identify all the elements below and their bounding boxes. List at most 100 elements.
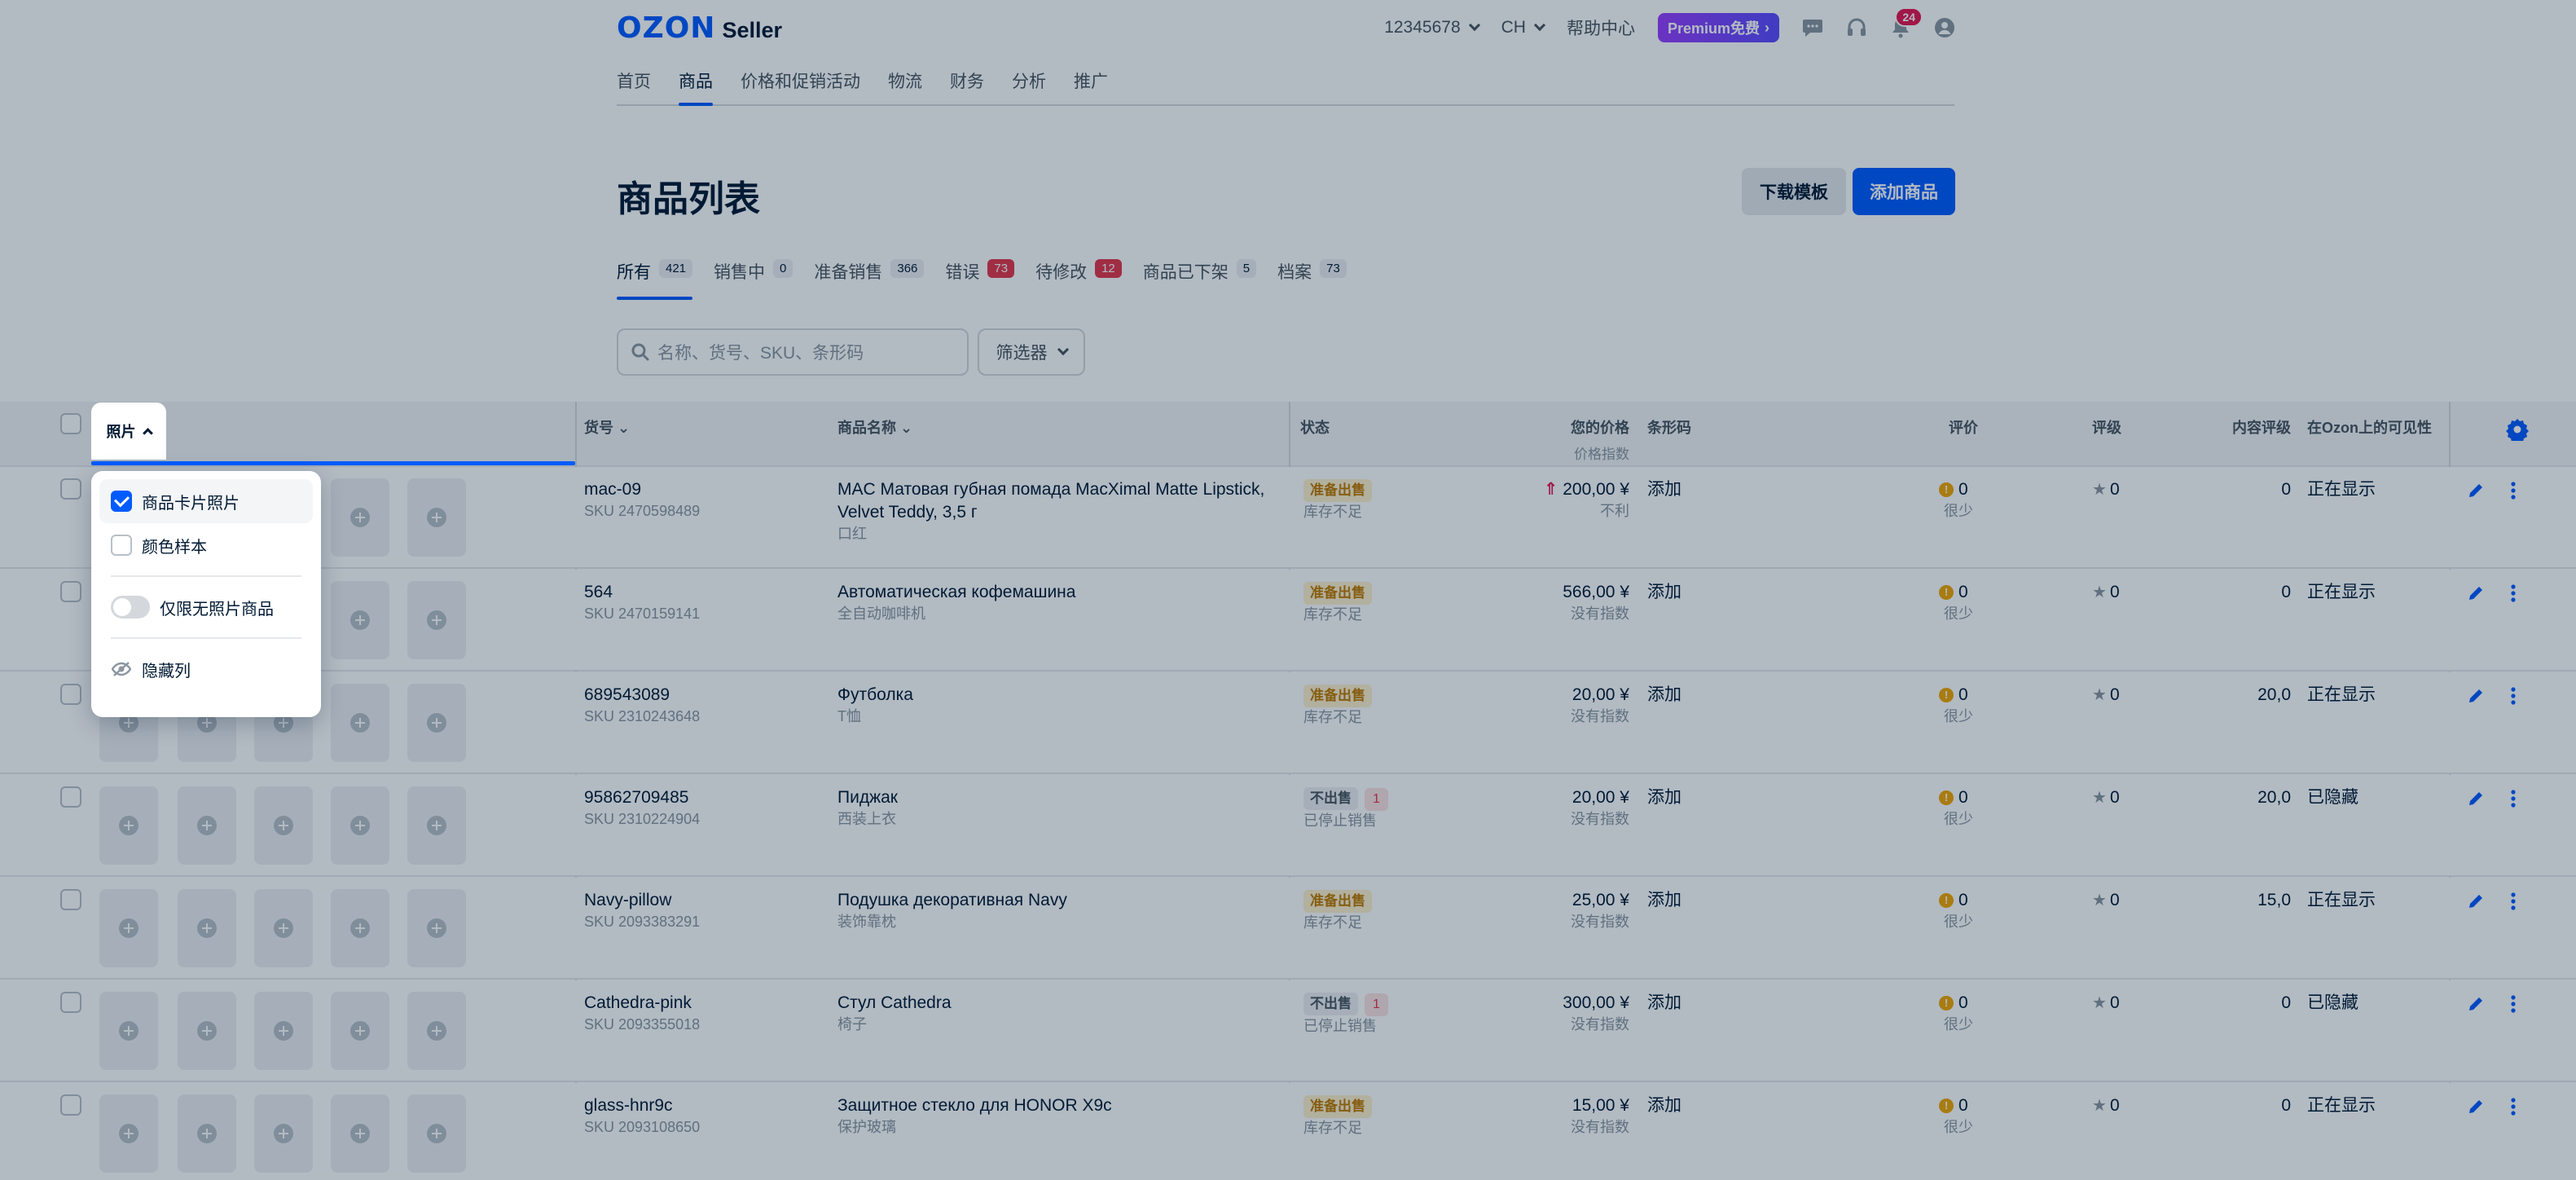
table-row[interactable]: glass-hnr9c SKU 2093108650 Защитное стекло… (0, 1083, 2576, 1180)
add-photo-slot[interactable] (407, 581, 466, 659)
column-name[interactable]: 商品名称 ⌄ (837, 416, 912, 438)
row-checkbox[interactable] (60, 889, 81, 910)
product-name[interactable]: Футболка (837, 685, 913, 704)
table-row[interactable]: 689543089 SKU 2310243648 Футболка T恤 准备出售 库存不… (0, 672, 2576, 774)
tab-archive[interactable]: 档案 73 (1277, 259, 1347, 300)
nav-home[interactable]: 首页 (617, 68, 651, 104)
user-avatar-icon[interactable] (1934, 17, 1955, 38)
tab-on-sale[interactable]: 销售中 0 (714, 259, 793, 300)
tab-ready-to-sell[interactable]: 准备销售 366 (814, 259, 925, 300)
more-menu-icon[interactable] (2511, 995, 2516, 1018)
add-photo-slot[interactable] (331, 684, 389, 762)
column-sku[interactable]: 货号 ⌄ (584, 416, 630, 438)
more-menu-icon[interactable] (2511, 584, 2516, 607)
more-menu-icon[interactable] (2511, 482, 2516, 504)
product-name[interactable]: Пиджак (837, 788, 898, 807)
add-photo-slot[interactable] (254, 992, 313, 1070)
table-row[interactable]: Navy-pillow SKU 2093383291 Подушка декорат… (0, 878, 2576, 980)
gear-icon[interactable] (2506, 418, 2529, 445)
price-cell[interactable]: 300,00 ¥ 没有指数 (1563, 992, 1629, 1034)
nav-products[interactable]: 商品 (679, 68, 713, 106)
price-cell[interactable]: ⇑ 200,00 ¥ 不利 (1544, 478, 1629, 521)
option-card-photo[interactable]: 商品卡片照片 (99, 479, 313, 523)
table-row[interactable]: mac-09 SKU 2470598489 MAC Матовая губная п… (0, 467, 2576, 569)
barcode-add-link[interactable]: 添加 (1647, 684, 1681, 707)
add-photo-slot[interactable] (331, 581, 389, 659)
add-photo-slot[interactable] (407, 786, 466, 865)
column-photo-header[interactable]: 照片 (91, 403, 166, 460)
more-menu-icon[interactable] (2511, 790, 2516, 812)
add-photo-slot[interactable] (407, 684, 466, 762)
checkbox-checked[interactable] (111, 491, 132, 512)
barcode-add-link[interactable]: 添加 (1647, 1094, 1681, 1117)
add-photo-slot[interactable] (254, 1094, 313, 1173)
table-row[interactable]: 95862709485 SKU 2310224904 Пиджак 西装上衣 不出售 1 已… (0, 775, 2576, 877)
product-name[interactable]: Защитное стекло для HONOR X9c (837, 1096, 1112, 1115)
product-code[interactable]: 95862709485 (584, 788, 688, 807)
add-photo-slot[interactable] (407, 478, 466, 557)
add-photo-slot[interactable] (331, 1094, 389, 1173)
ozon-seller-logo[interactable]: OZON Seller (617, 11, 782, 45)
edit-pencil-icon[interactable] (2467, 892, 2485, 915)
product-code[interactable]: mac-09 (584, 480, 641, 499)
premium-button[interactable]: Premium免费 › (1657, 13, 1779, 42)
option-hide-column[interactable]: 隐藏列 (99, 647, 313, 691)
barcode-add-link[interactable]: 添加 (1647, 478, 1681, 501)
download-template-button[interactable]: 下载模板 (1742, 168, 1846, 215)
notifications-bell-icon[interactable]: 24 (1890, 7, 1923, 38)
region-selector[interactable]: CH (1501, 18, 1546, 37)
row-checkbox[interactable] (60, 786, 81, 808)
add-photo-slot[interactable] (254, 889, 313, 967)
edit-pencil-icon[interactable] (2467, 482, 2485, 504)
barcode-add-link[interactable]: 添加 (1647, 786, 1681, 809)
price-cell[interactable]: 566,00 ¥ 没有指数 (1563, 581, 1629, 623)
table-row[interactable]: 564 SKU 2470159141 Автоматическая кофемаши… (0, 570, 2576, 671)
product-photo[interactable] (99, 889, 158, 967)
price-cell[interactable]: 25,00 ¥ 没有指数 (1571, 889, 1629, 931)
add-photo-slot[interactable] (254, 786, 313, 865)
search-input[interactable]: 名称、货号、SKU、条形码 (617, 328, 969, 376)
row-checkbox[interactable] (60, 684, 81, 705)
product-code[interactable]: 564 (584, 583, 613, 601)
product-photo[interactable] (99, 786, 158, 865)
row-checkbox[interactable] (60, 992, 81, 1013)
nav-promotion[interactable]: 推广 (1074, 68, 1108, 104)
price-cell[interactable]: 20,00 ¥ 没有指数 (1571, 684, 1629, 726)
product-name[interactable]: MAC Матовая губная помада MacXimal Matte… (837, 480, 1264, 522)
chat-icon[interactable] (1802, 17, 1823, 38)
table-row[interactable]: Cathedra-pink SKU 2093355018 Стул Cathedra… (0, 980, 2576, 1082)
add-photo-slot[interactable] (331, 478, 389, 557)
nav-analytics[interactable]: 分析 (1012, 68, 1046, 104)
edit-pencil-icon[interactable] (2467, 790, 2485, 812)
price-cell[interactable]: 15,00 ¥ 没有指数 (1571, 1094, 1629, 1137)
product-code[interactable]: Cathedra-pink (584, 993, 692, 1012)
barcode-add-link[interactable]: 添加 (1647, 581, 1681, 604)
option-color-sample[interactable]: 颜色样本 (99, 523, 313, 567)
product-name[interactable]: Автоматическая кофемашина (837, 583, 1075, 601)
more-menu-icon[interactable] (2511, 1098, 2516, 1121)
more-menu-icon[interactable] (2511, 687, 2516, 710)
checkbox-unchecked[interactable] (111, 535, 132, 556)
add-photo-slot[interactable] (178, 786, 236, 865)
edit-pencil-icon[interactable] (2467, 584, 2485, 607)
add-photo-slot[interactable] (178, 889, 236, 967)
row-checkbox[interactable] (60, 581, 81, 602)
add-photo-slot[interactable] (331, 889, 389, 967)
edit-pencil-icon[interactable] (2467, 687, 2485, 710)
add-photo-slot[interactable] (407, 992, 466, 1070)
nav-logistics[interactable]: 物流 (888, 68, 922, 104)
product-code[interactable]: Navy-pillow (584, 891, 671, 909)
row-checkbox[interactable] (60, 1094, 81, 1116)
product-photo[interactable] (99, 992, 158, 1070)
add-photo-slot[interactable] (178, 1094, 236, 1173)
add-photo-slot[interactable] (178, 992, 236, 1070)
tab-removed[interactable]: 商品已下架 5 (1143, 259, 1257, 300)
add-photo-slot[interactable] (331, 786, 389, 865)
barcode-add-link[interactable]: 添加 (1647, 889, 1681, 912)
option-only-no-photo[interactable]: 仅限无照片商品 (99, 585, 313, 629)
nav-prices-promotions[interactable]: 价格和促销活动 (741, 68, 860, 104)
status-count-badge[interactable]: 1 (1365, 788, 1388, 811)
add-photo-slot[interactable] (407, 1094, 466, 1173)
product-code[interactable]: 689543089 (584, 685, 670, 704)
row-checkbox[interactable] (60, 478, 81, 500)
